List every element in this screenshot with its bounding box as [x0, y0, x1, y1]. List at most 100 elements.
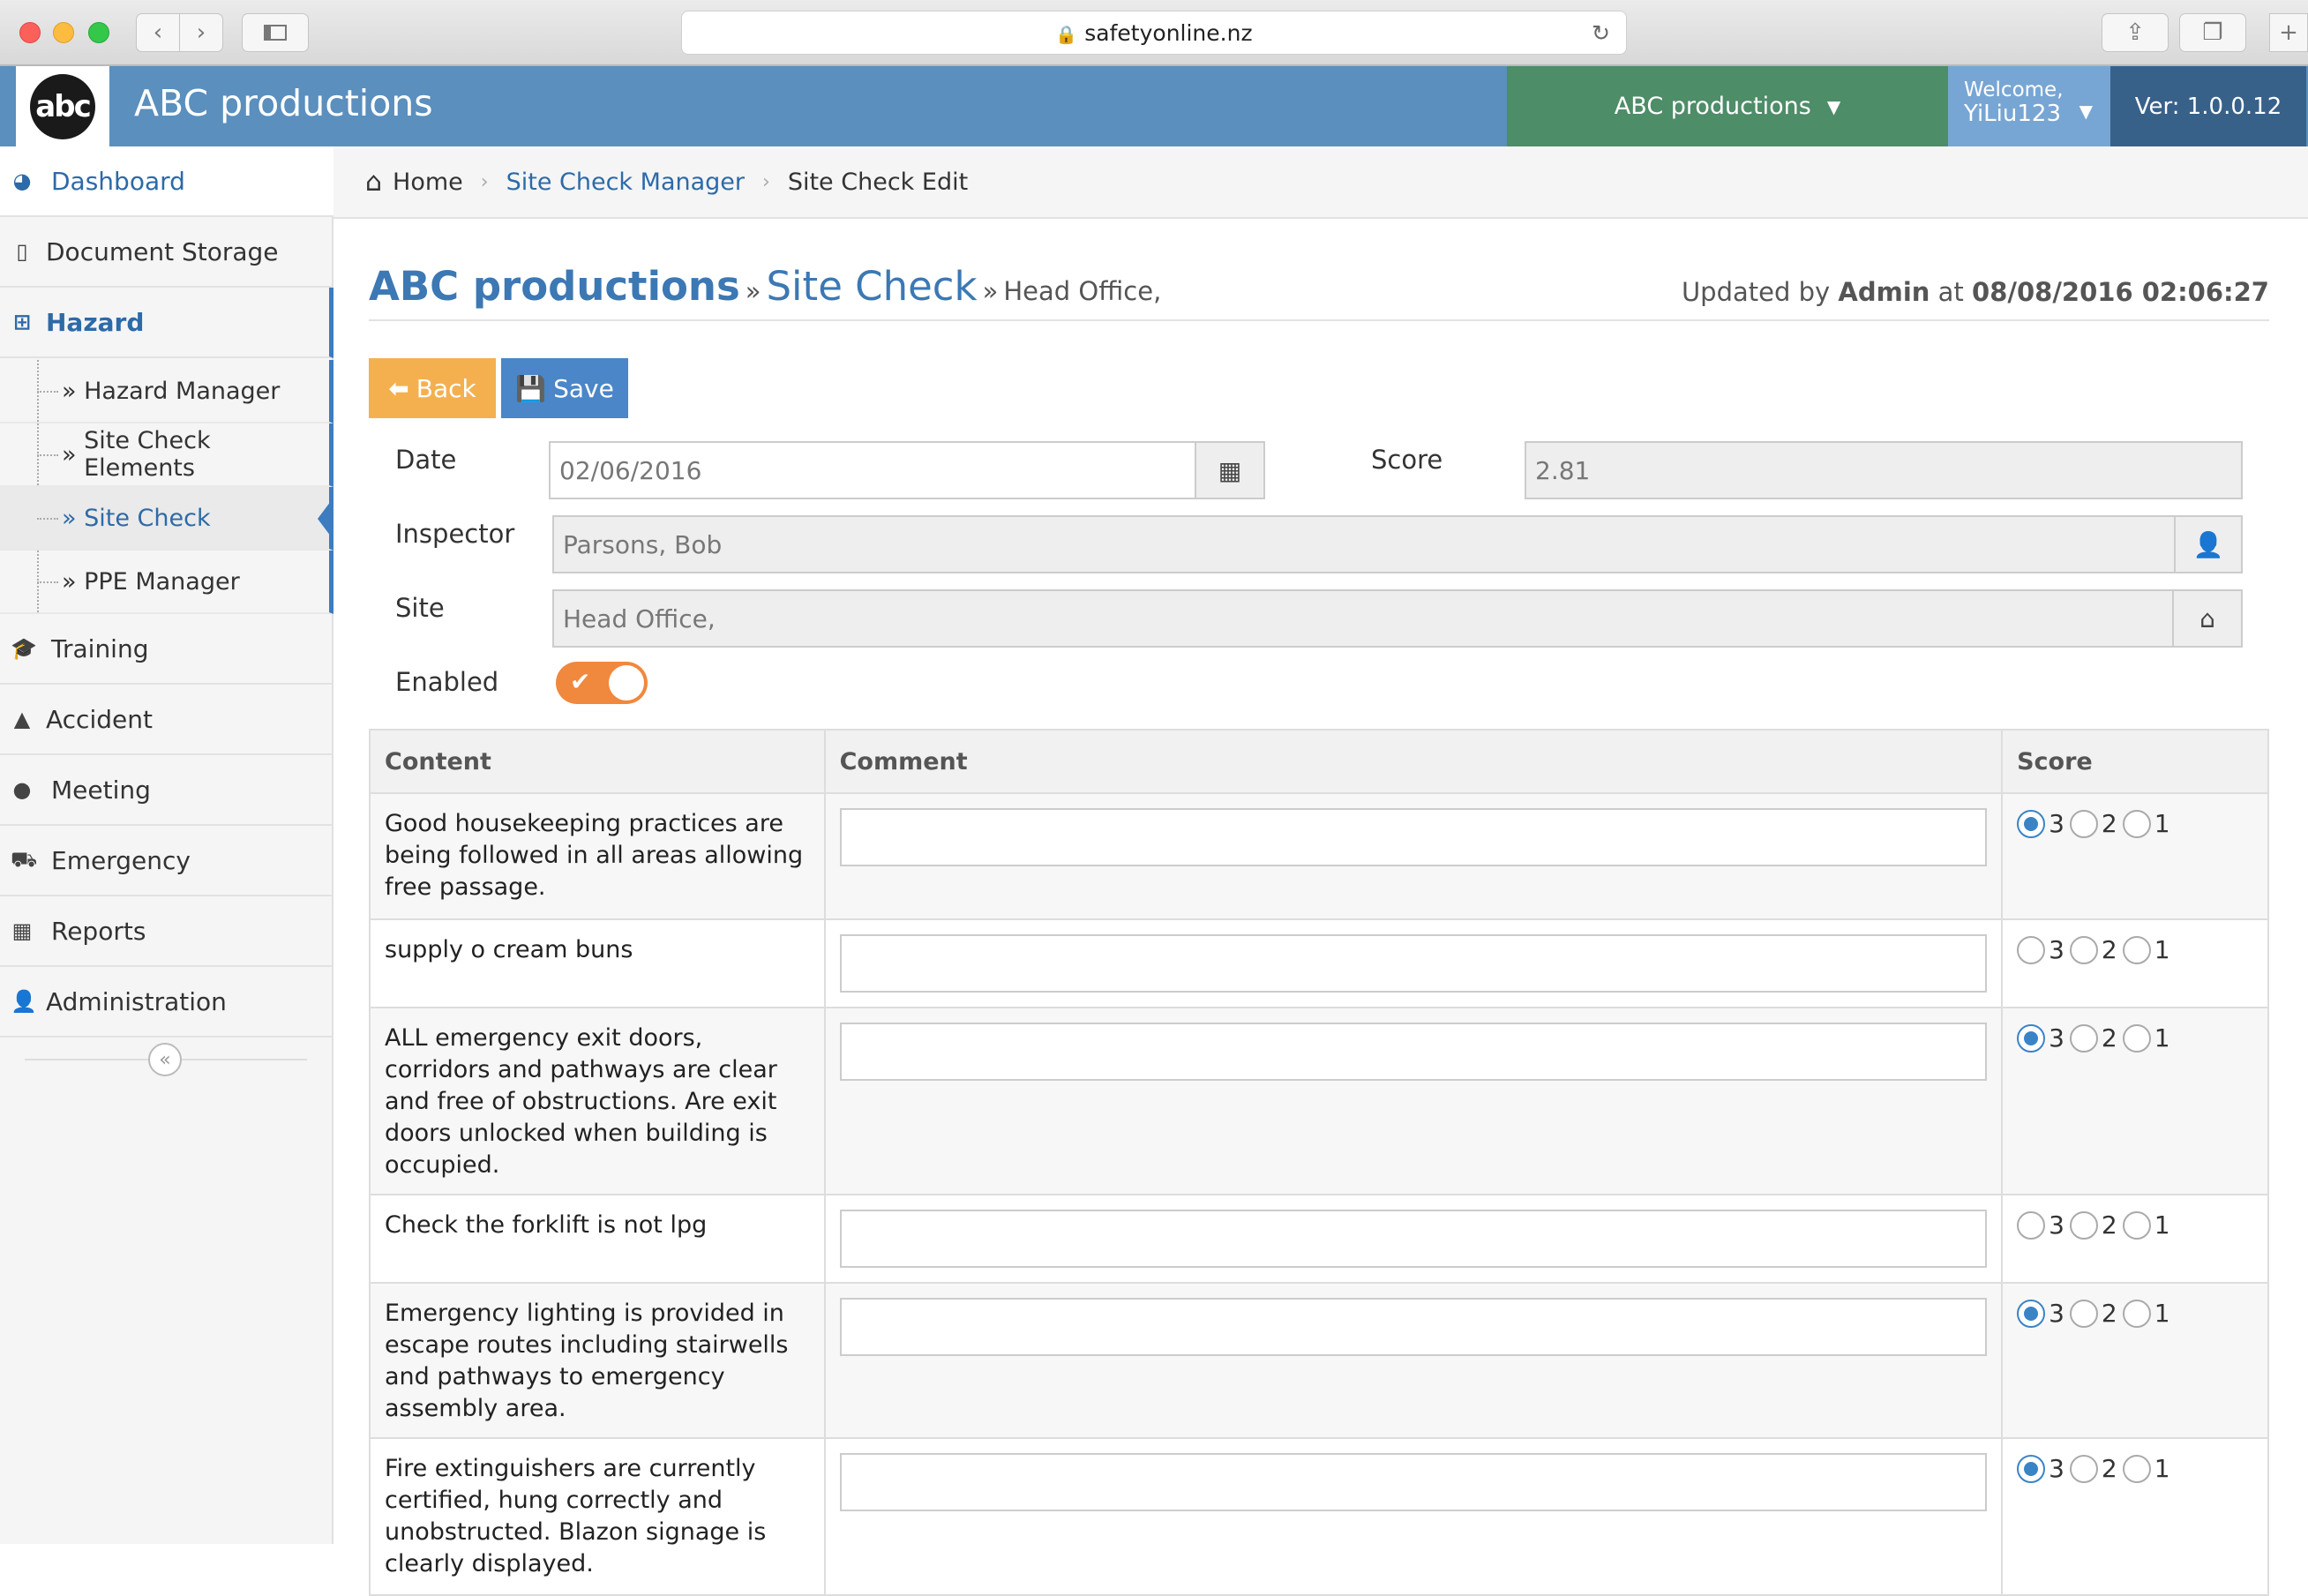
breadcrumb-site-check-manager[interactable]: Site Check Manager	[506, 169, 745, 196]
organisation-selector[interactable]: ABC productions ▼	[1507, 66, 1948, 146]
content-cell: Good housekeeping practices are being fo…	[369, 792, 826, 920]
table-row: ALL emergency exit doors, corridors and …	[369, 1007, 2269, 1195]
breadcrumb-current: Site Check Edit	[787, 168, 969, 196]
sidebar-item-administration[interactable]: 👤 Administration	[0, 967, 333, 1038]
back-button[interactable]: ⬅ Back	[369, 358, 496, 418]
sidebar-subitem-label: Site Check	[84, 504, 211, 532]
score-radio-label: 2	[2101, 809, 2117, 838]
comment-cell	[823, 1282, 2004, 1439]
comment-icon: ●	[12, 777, 32, 802]
sidebar-subitem-site-check[interactable]: » Site Check	[0, 487, 333, 551]
score-radio-3[interactable]	[2017, 936, 2046, 964]
calendar-button[interactable]: ▦	[1195, 441, 1265, 499]
sidebar-toggle-button[interactable]	[242, 13, 309, 52]
calendar-icon: ▦	[1218, 455, 1242, 485]
new-tab-button[interactable]: +	[2269, 13, 2308, 52]
sidebar-item-label: Accident	[46, 704, 153, 734]
breadcrumb-home[interactable]: Home	[393, 169, 463, 196]
sidebar-item-training[interactable]: 🎓 Training	[0, 614, 333, 685]
score-radio-group: 3 2 1	[2017, 1298, 2253, 1330]
sidebar-item-document-storage[interactable]: ▯ Document Storage	[0, 217, 333, 288]
score-cell: 3 2 1	[2001, 792, 2269, 920]
content-cell: Emergency lighting is provided in escape…	[369, 1282, 826, 1439]
table-icon: ▦	[11, 918, 33, 943]
sidebar-item-reports[interactable]: ▦ Reports	[0, 896, 333, 967]
home-icon: ⌂	[365, 166, 383, 198]
comment-input[interactable]	[839, 934, 1988, 993]
score-radio-3[interactable]	[2017, 1211, 2046, 1240]
comment-input[interactable]	[839, 1453, 1988, 1511]
column-header-content[interactable]: Content	[369, 729, 826, 794]
comment-input[interactable]	[839, 1023, 1988, 1081]
select-site-button[interactable]: ⌂	[2172, 589, 2243, 648]
share-button[interactable]: ⇪	[2102, 13, 2169, 52]
comment-input[interactable]	[839, 808, 1988, 866]
plus-icon: +	[2279, 19, 2298, 46]
score-radio-3[interactable]	[2017, 1455, 2046, 1483]
score-radio-1[interactable]	[2122, 936, 2151, 964]
score-field: 2.81	[1525, 441, 2243, 499]
comment-input[interactable]	[839, 1298, 1988, 1356]
browser-toolbar: ‹ › 🔒 safetyonline.nz ↻ ⇪ ❐ +	[0, 0, 2308, 66]
score-radio-label: 3	[2049, 1454, 2064, 1483]
ambulance-icon: ⛟	[11, 846, 38, 872]
score-radio-group: 3 2 1	[2017, 934, 2253, 966]
score-radio-3[interactable]	[2017, 1300, 2046, 1328]
comment-cell	[823, 792, 2004, 920]
score-radio-3[interactable]	[2017, 1024, 2046, 1053]
sidebar-item-accident[interactable]: ▲ Accident	[0, 685, 333, 755]
company-logo[interactable]: abc	[16, 66, 109, 146]
comment-input[interactable]	[839, 1210, 1988, 1268]
score-radio-2[interactable]	[2069, 1455, 2098, 1483]
app-title: ABC productions	[134, 82, 433, 124]
score-radio-3[interactable]	[2017, 810, 2046, 838]
browser-forward-button[interactable]: ›	[179, 13, 223, 52]
sidebar-subitem-hazard-manager[interactable]: » Hazard Manager	[0, 360, 333, 423]
score-radio-group: 3 2 1	[2017, 1210, 2253, 1241]
select-inspector-button[interactable]: 👤	[2174, 515, 2243, 573]
save-button[interactable]: 💾 Save	[501, 358, 628, 418]
version-label: Ver: 1.0.0.12	[2110, 66, 2306, 146]
browser-back-button[interactable]: ‹	[136, 13, 180, 52]
reload-icon[interactable]: ↻	[1592, 11, 1610, 56]
close-window-button[interactable]	[19, 22, 41, 43]
inspector-field: Parsons, Bob	[552, 515, 2177, 573]
score-radio-label: 2	[2101, 1454, 2117, 1483]
column-header-score[interactable]: Score	[2001, 729, 2269, 794]
score-radio-2[interactable]	[2069, 1024, 2098, 1053]
comment-cell	[823, 918, 2004, 1008]
score-radio-2[interactable]	[2069, 1211, 2098, 1240]
score-radio-1[interactable]	[2122, 1455, 2151, 1483]
double-chevron-icon: »	[62, 377, 85, 405]
hazard-icon: ⊞	[12, 310, 32, 334]
column-header-comment[interactable]: Comment	[823, 729, 2004, 794]
collapse-sidebar-button[interactable]: «	[148, 1043, 182, 1076]
score-radio-2[interactable]	[2069, 936, 2098, 964]
date-field[interactable]: 02/06/2016	[549, 441, 1198, 499]
score-radio-label: 3	[2049, 1210, 2064, 1240]
user-menu[interactable]: Welcome, YiLiu123 ▼	[1948, 66, 2110, 146]
enabled-toggle[interactable]: ✔	[556, 662, 648, 704]
tabs-button[interactable]: ❐	[2179, 13, 2246, 52]
table-row: Good housekeeping practices are being fo…	[369, 792, 2269, 920]
score-radio-1[interactable]	[2122, 1024, 2151, 1053]
double-chevron-icon: »	[62, 504, 85, 532]
minimize-window-button[interactable]	[53, 22, 74, 43]
sidebar-item-meeting[interactable]: ● Meeting	[0, 755, 333, 826]
zoom-window-button[interactable]	[88, 22, 109, 43]
sidebar-item-emergency[interactable]: ⛟ Emergency	[0, 826, 333, 896]
score-radio-2[interactable]	[2069, 1300, 2098, 1328]
content-cell: ALL emergency exit doors, corridors and …	[369, 1007, 826, 1195]
arrow-left-icon: ⬅	[388, 373, 409, 403]
score-radio-1[interactable]	[2122, 1300, 2151, 1328]
sidebar-subitem-site-check-elements[interactable]: » Site Check Elements	[0, 423, 333, 487]
sidebar-subitem-ppe-manager[interactable]: » PPE Manager	[0, 551, 333, 614]
sidebar-item-dashboard[interactable]: ◕ Dashboard	[0, 146, 333, 217]
score-radio-group: 3 2 1	[2017, 1023, 2253, 1054]
score-radio-2[interactable]	[2069, 810, 2098, 838]
sidebar-item-hazard[interactable]: ⊞ Hazard	[0, 288, 333, 358]
score-radio-1[interactable]	[2122, 1211, 2151, 1240]
score-radio-1[interactable]	[2122, 810, 2151, 838]
address-bar[interactable]: 🔒 safetyonline.nz ↻	[681, 11, 1627, 55]
sidebar-subitem-label: Site Check Elements	[84, 427, 211, 482]
